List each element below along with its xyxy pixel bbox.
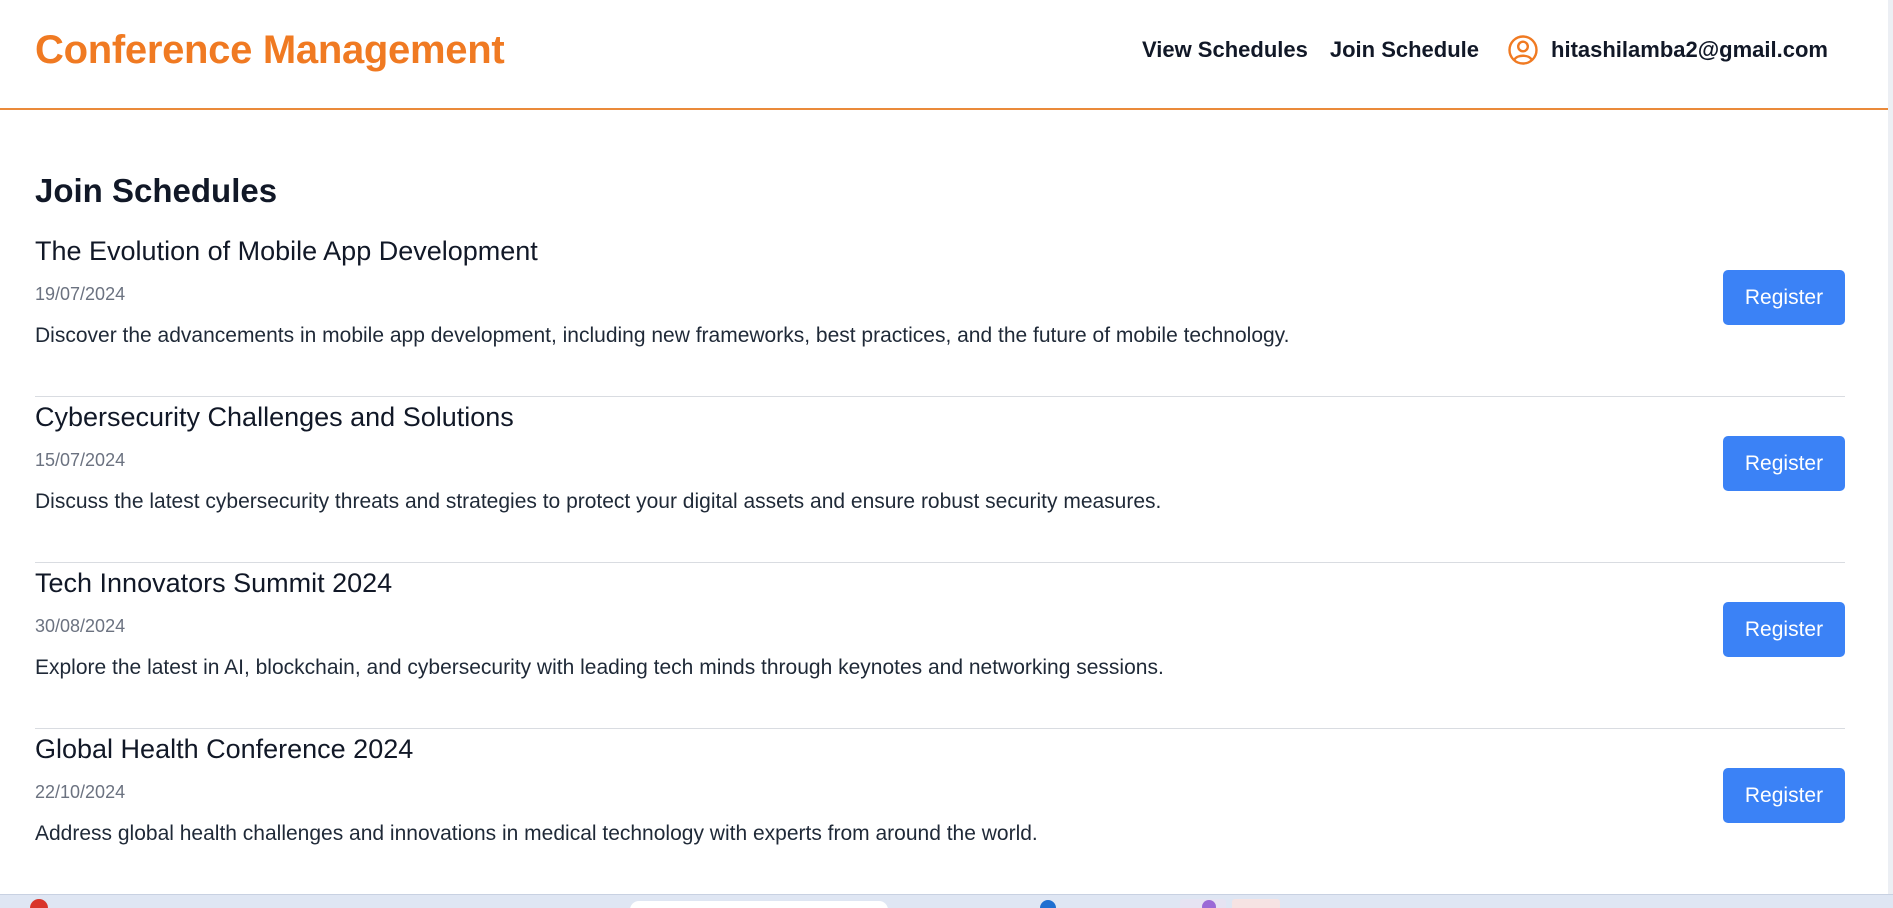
user-menu[interactable]: hitashilamba2@gmail.com (1507, 34, 1828, 66)
page-scrollbar[interactable] (1888, 0, 1893, 895)
schedule-list: The Evolution of Mobile App Development … (35, 232, 1845, 895)
main-content: Join Schedules The Evolution of Mobile A… (35, 170, 1845, 896)
schedule-date: 30/08/2024 (35, 616, 126, 636)
user-email: hitashilamba2@gmail.com (1551, 37, 1828, 62)
page-title: Join Schedules (35, 172, 278, 209)
schedule-date: 22/10/2024 (35, 782, 126, 802)
schedule-item: The Evolution of Mobile App Development … (35, 232, 1845, 397)
taskbar-app-icon[interactable] (1202, 900, 1216, 908)
os-taskbar (0, 894, 1893, 908)
schedule-description: Discuss the latest cybersecurity threats… (35, 490, 1162, 513)
main-nav: View Schedules Join Schedule hitashilamb… (1120, 34, 1828, 66)
schedule-item: Cybersecurity Challenges and Solutions 1… (35, 398, 1845, 563)
schedule-item: Tech Innovators Summit 2024 30/08/2024 E… (35, 564, 1845, 729)
schedule-title: Global Health Conference 2024 (35, 734, 414, 764)
schedule-item: Global Health Conference 2024 22/10/2024… (35, 730, 1845, 895)
register-button[interactable]: Register (1723, 602, 1845, 657)
schedule-description: Address global health challenges and inn… (35, 822, 1038, 845)
register-button[interactable]: Register (1723, 436, 1845, 491)
taskbar-app-icon[interactable] (30, 899, 48, 908)
schedule-date: 19/07/2024 (35, 284, 126, 304)
page: Conference Management View Schedules Joi… (0, 0, 1893, 908)
taskbar-app-icon[interactable] (1232, 899, 1280, 908)
schedule-title: Cybersecurity Challenges and Solutions (35, 402, 514, 432)
register-button[interactable]: Register (1723, 768, 1845, 823)
nav-view-schedules[interactable]: View Schedules (1142, 37, 1308, 63)
taskbar-app-icon[interactable] (1040, 900, 1056, 908)
nav-join-schedule[interactable]: Join Schedule (1330, 37, 1479, 63)
schedule-date: 15/07/2024 (35, 450, 126, 470)
top-navbar: Conference Management View Schedules Joi… (0, 0, 1888, 110)
app-brand[interactable]: Conference Management (35, 28, 505, 73)
user-circle-icon (1508, 35, 1538, 65)
schedule-description: Discover the advancements in mobile app … (35, 324, 1290, 347)
schedule-title: Tech Innovators Summit 2024 (35, 568, 393, 598)
schedule-title: The Evolution of Mobile App Development (35, 236, 538, 266)
schedule-description: Explore the latest in AI, blockchain, an… (35, 656, 1164, 679)
register-button[interactable]: Register (1723, 270, 1845, 325)
taskbar-search-box[interactable] (630, 901, 888, 908)
